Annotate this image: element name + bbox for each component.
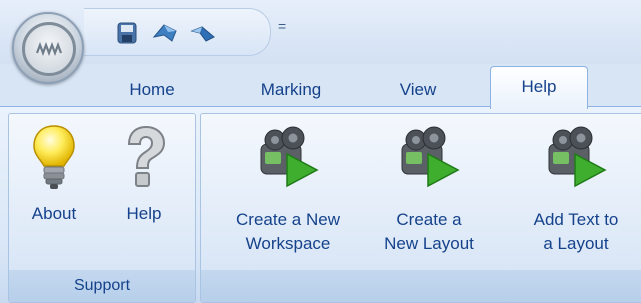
ribbon-panel: About Help Support Create a New Workspac… — [0, 106, 641, 303]
application-menu-button[interactable] — [12, 12, 84, 84]
video-camera-play-icon — [548, 126, 607, 188]
tab-view[interactable]: View — [378, 74, 458, 106]
app-logo-icon — [22, 22, 76, 76]
create-new-layout-button[interactable]: Create a New Layout — [369, 122, 489, 256]
support-group-label: Support — [9, 270, 195, 302]
save-icon[interactable] — [112, 19, 142, 47]
chevron-down-icon[interactable]: = — [278, 18, 292, 34]
add-text-to-layout-label-line2: a Layout — [543, 234, 609, 253]
lightbulb-icon — [33, 125, 75, 189]
undo-icon[interactable] — [150, 19, 180, 47]
create-new-workspace-label-line2: Workspace — [245, 234, 331, 253]
tutorials-group: Create a New Workspace Create a New Layo… — [200, 113, 641, 303]
help-label: Help — [126, 204, 162, 223]
tab-marking[interactable]: Marking — [236, 74, 346, 106]
tab-help[interactable]: Help — [490, 66, 588, 109]
create-new-workspace-label-line1: Create a New — [236, 210, 340, 229]
support-group: About Help Support — [8, 113, 196, 303]
ribbon-tabs: Home Marking View Help — [0, 64, 641, 109]
video-camera-play-icon — [401, 126, 460, 188]
about-button[interactable]: About — [23, 122, 85, 226]
tutorials-group-label — [201, 270, 641, 302]
create-new-layout-label-line2: New Layout — [384, 234, 474, 253]
help-button[interactable]: Help — [109, 122, 179, 226]
quick-access-toolbar — [84, 8, 271, 56]
question-mark-icon — [127, 125, 166, 187]
video-camera-play-icon — [260, 126, 319, 188]
tab-home[interactable]: Home — [110, 74, 194, 106]
create-new-layout-label-line1: Create a — [396, 210, 462, 229]
redo-icon[interactable] — [188, 19, 218, 47]
create-new-workspace-button[interactable]: Create a New Workspace — [213, 122, 363, 256]
add-text-to-layout-label-line1: Add Text to — [533, 210, 619, 229]
about-label: About — [31, 204, 77, 223]
add-text-to-layout-button[interactable]: Add Text to a Layout — [511, 122, 641, 256]
title-bar: = — [0, 0, 641, 64]
